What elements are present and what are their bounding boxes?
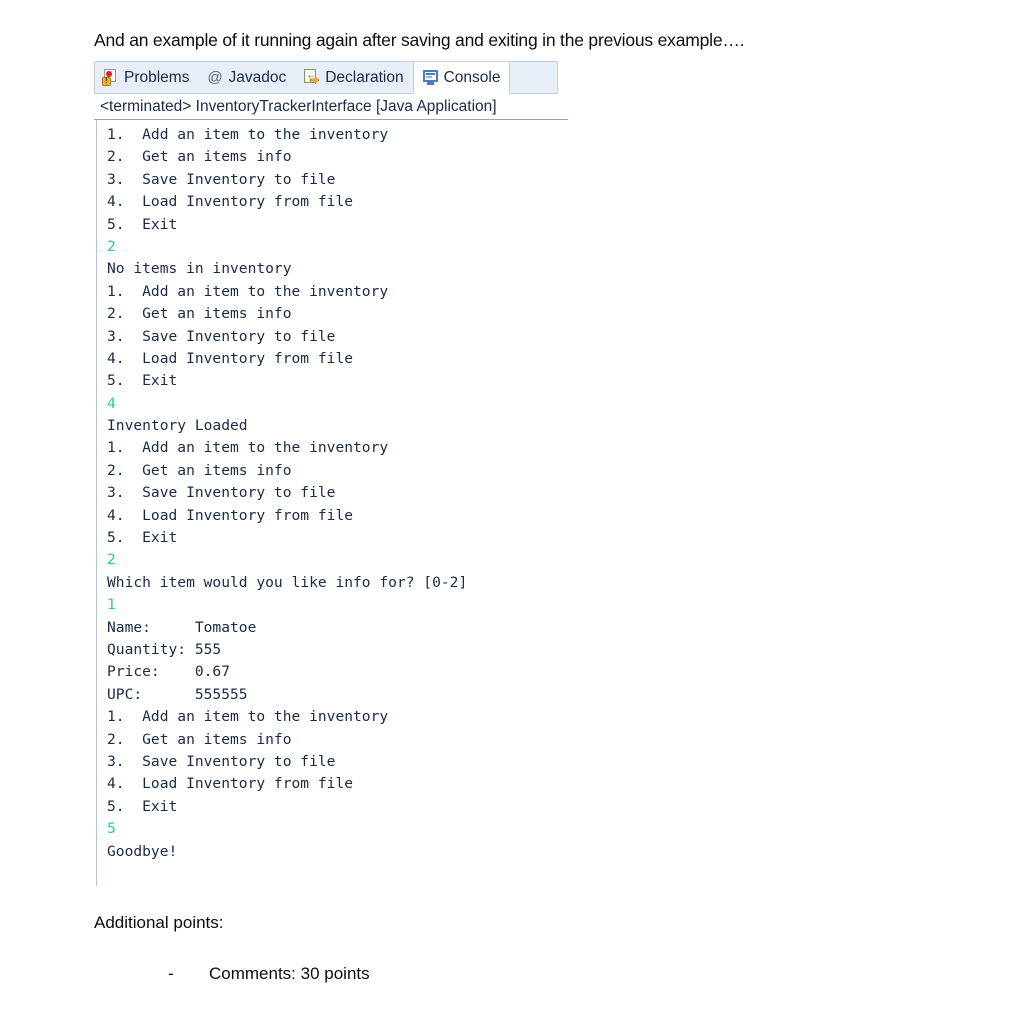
tab-declaration[interactable]: ← Declaration <box>295 61 412 94</box>
console-monitor-icon <box>422 69 439 86</box>
console-output-line: 3. Save Inventory to file <box>107 484 336 502</box>
additional-points-heading: Additional points: <box>94 913 224 932</box>
console-output-line: 1. Add an item to the inventory <box>107 282 389 300</box>
console-output-line: 1. Add an item to the inventory <box>107 439 389 457</box>
console-output-line: UPC: 555555 <box>107 685 248 703</box>
console-output-line: Price: 0.67 <box>107 663 231 681</box>
tab-console-label: Console <box>443 68 501 86</box>
console-output-line: 5. Exit <box>107 215 178 233</box>
bullet-label: Comments: 30 points <box>209 964 370 983</box>
tab-javadoc[interactable]: @ Javadoc <box>198 61 295 94</box>
console-output-line: Inventory Loaded <box>107 417 248 435</box>
javadoc-at-icon: @ <box>207 69 223 86</box>
console-output-line: 2. Get an items info <box>107 461 292 479</box>
tab-problems-label: Problems <box>124 68 190 86</box>
tab-console[interactable]: Console <box>412 61 511 94</box>
console-output-line: 2. Get an items info <box>107 730 292 748</box>
console-output-line: 2. Get an items info <box>107 148 292 166</box>
console-input-line: 5 <box>107 820 116 838</box>
console-view: <terminated> InventoryTrackerInterface [… <box>94 94 664 886</box>
console-output-line: 4. Load Inventory from file <box>107 349 354 367</box>
console-output-line: Which item would you like info for? [0-2… <box>107 573 468 591</box>
console-output-line: Goodbye! <box>107 842 178 860</box>
console-input-line: 2 <box>107 237 116 255</box>
console-input-line: 1 <box>107 596 116 614</box>
console-input-line: 4 <box>107 394 116 412</box>
bullet-dash: - <box>168 964 174 983</box>
intro-paragraph: And an example of it running again after… <box>94 30 745 50</box>
tab-problems[interactable]: Problems <box>94 61 198 94</box>
console-output-line: 1. Add an item to the inventory <box>107 708 389 726</box>
view-tab-bar: Problems @ Javadoc ← Declaration Console <box>94 61 664 94</box>
console-output-line: Quantity: 555 <box>107 640 222 658</box>
console-output-line: 2. Get an items info <box>107 305 292 323</box>
console-output-line: 5. Exit <box>107 797 178 815</box>
console-output-line: Name: Tomatoe <box>107 618 257 636</box>
tab-declaration-label: Declaration <box>325 68 404 86</box>
console-output-line: 3. Save Inventory to file <box>107 752 336 770</box>
eclipse-view-stack: Problems @ Javadoc ← Declaration Console… <box>94 61 664 886</box>
console-output-line: 4. Load Inventory from file <box>107 775 354 793</box>
console-output-line: 4. Load Inventory from file <box>107 506 354 524</box>
console-output-line: No items in inventory <box>107 260 292 278</box>
console-output-area[interactable]: 1. Add an item to the inventory 2. Get an… <box>96 120 664 886</box>
tab-javadoc-label: Javadoc <box>228 68 287 86</box>
console-output-line: 5. Exit <box>107 372 178 390</box>
declaration-icon: ← <box>303 69 320 86</box>
comments-bullet: - Comments: 30 points <box>168 962 370 986</box>
console-output-line: 4. Load Inventory from file <box>107 193 354 211</box>
console-output-line: 5. Exit <box>107 529 178 547</box>
launch-config-header: <terminated> InventoryTrackerInterface [… <box>94 94 568 120</box>
problems-icon <box>102 69 119 86</box>
console-output-line: 3. Save Inventory to file <box>107 170 336 188</box>
console-input-line: 2 <box>107 551 116 569</box>
console-output-line: 3. Save Inventory to file <box>107 327 336 345</box>
console-output-line: 1. Add an item to the inventory <box>107 126 389 143</box>
